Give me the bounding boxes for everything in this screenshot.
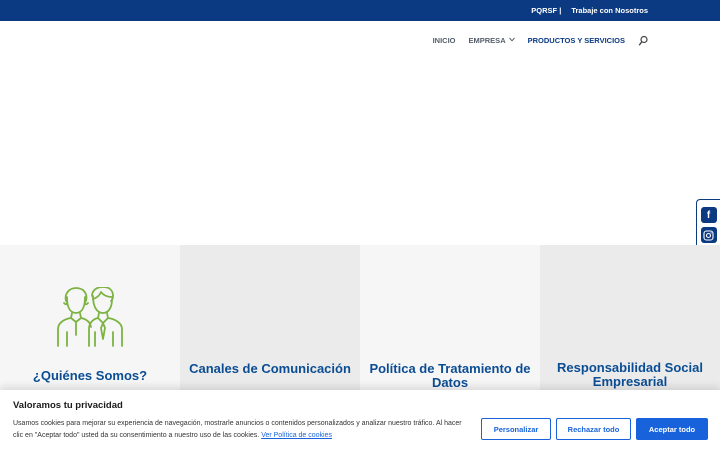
facebook-icon[interactable]: f xyxy=(700,207,717,223)
nav-item-label: INICIO xyxy=(432,35,456,45)
main-nav: INICIO EMPRESA PRODUCTOS Y SERVICIOS xyxy=(433,21,648,59)
social-sidebar: f xyxy=(696,199,720,251)
cookie-banner: Valoramos tu privacidad Usamos cookies p… xyxy=(0,390,720,450)
trabaje-con-nosotros-link[interactable]: Trabaje con Nosotros xyxy=(571,6,648,15)
main-navbar: INICIO EMPRESA PRODUCTOS Y SERVICIOS xyxy=(0,21,720,59)
nav-item-empresa[interactable]: EMPRESA xyxy=(469,36,515,45)
card-title: ¿Quiénes Somos? xyxy=(32,368,148,383)
instagram-icon[interactable] xyxy=(700,227,717,243)
reject-all-button[interactable]: Rechazar todo xyxy=(556,418,631,440)
search-icon[interactable] xyxy=(638,34,648,46)
cookie-description: Usamos cookies para mejorar su experienc… xyxy=(13,420,462,439)
facebook-glyph: f xyxy=(706,209,711,221)
top-bar: PQRSF | Trabaje con Nosotros xyxy=(0,0,720,21)
people-icon xyxy=(57,287,123,347)
nav-item-label: PRODUCTOS Y SERVICIOS xyxy=(527,35,625,45)
top-links: PQRSF | Trabaje con Nosotros xyxy=(531,0,648,21)
pqrsf-link[interactable]: PQRSF | xyxy=(531,6,561,15)
cookie-text: Usamos cookies para mejorar su experienc… xyxy=(13,418,473,442)
card-title: Política de Tratamiento de Datos xyxy=(369,361,531,390)
nav-item-productos-y-servicios[interactable]: PRODUCTOS Y SERVICIOS xyxy=(528,36,625,45)
customize-button[interactable]: Personalizar xyxy=(481,418,551,440)
hero-banner xyxy=(0,59,720,245)
card-title: Responsabilidad Social Empresarial xyxy=(557,360,703,389)
nav-item-label: EMPRESA xyxy=(468,35,506,45)
cookie-policy-link[interactable]: Ver Política de cookies xyxy=(261,432,332,439)
nav-item-inicio[interactable]: INICIO xyxy=(433,36,456,45)
cookie-title: Valoramos tu privacidad xyxy=(13,400,123,411)
accept-all-button[interactable]: Aceptar todo xyxy=(636,418,708,440)
chevron-down-icon xyxy=(508,37,515,44)
card-title: Canales de Comunicación xyxy=(189,361,351,376)
